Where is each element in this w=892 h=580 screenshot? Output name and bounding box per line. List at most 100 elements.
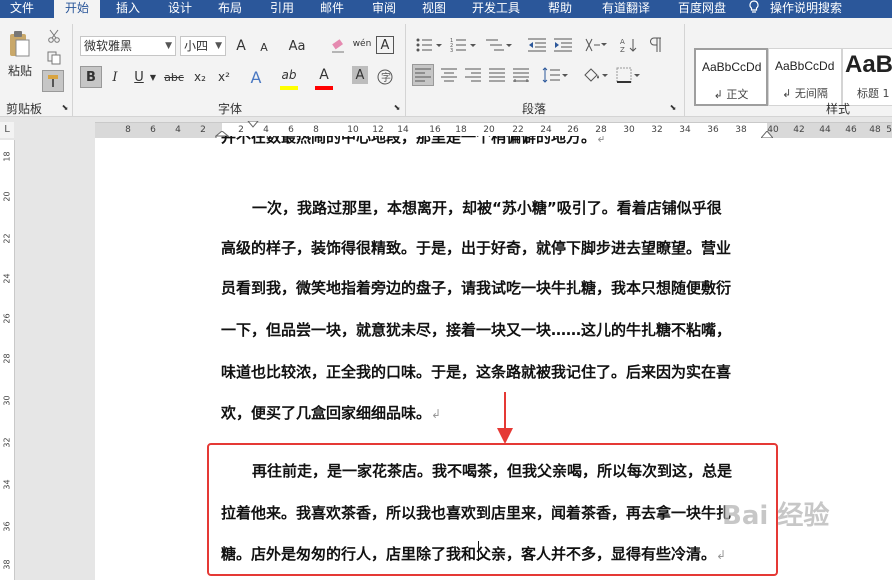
style-heading-1[interactable]: AaBb 标题 1 xyxy=(842,48,892,106)
divider xyxy=(405,24,406,116)
divider xyxy=(684,24,685,116)
text-line[interactable]: 一下，但品尝一块，就意犹未尽，接着一块又一块……这儿的牛扎糖不粘嘴， xyxy=(221,319,731,340)
tab-view[interactable]: 视图 xyxy=(414,0,454,18)
text-effects-button[interactable]: A xyxy=(246,66,266,88)
align-left-icon[interactable] xyxy=(412,64,434,86)
copy-icon[interactable] xyxy=(44,48,64,68)
increase-indent-icon[interactable] xyxy=(552,34,574,56)
style-normal[interactable]: AaBbCcDd ↲ 正文 xyxy=(694,48,768,106)
text-line[interactable]: 一次，我路过那里，本想离开，却被“苏小糖”吸引了。看着店铺似乎很 xyxy=(252,197,722,218)
tab-layout[interactable]: 布局 xyxy=(210,0,250,18)
sort-icon[interactable]: AZ xyxy=(618,34,640,56)
font-size-combo[interactable]: 小四 ▼ xyxy=(180,36,226,56)
phonetic-guide-button[interactable]: wén xyxy=(352,32,372,56)
ruler-number: 8 xyxy=(125,125,131,135)
style-no-spacing[interactable]: AaBbCcDd ↲ 无间隔 xyxy=(768,48,842,106)
text-line[interactable]: 高级的样子，装饰得很精致。于是，出于好奇，就停下脚步进去望瞭望。营业 xyxy=(221,237,731,258)
italic-button[interactable]: I xyxy=(106,66,124,88)
char-border-button[interactable]: A xyxy=(376,36,394,54)
subscript-button[interactable]: x₂ xyxy=(190,66,210,88)
clear-format-icon[interactable] xyxy=(328,36,348,56)
paragraph-mark: ↲ xyxy=(431,407,442,421)
decrease-indent-icon[interactable] xyxy=(526,34,548,56)
ruler-number: 38 xyxy=(2,559,12,570)
ruler-number: 18 xyxy=(455,125,467,135)
tab-youdao[interactable]: 有道翻译 xyxy=(592,0,660,18)
paste-icon[interactable] xyxy=(4,28,34,62)
distributed-icon[interactable] xyxy=(510,64,532,86)
cut-icon[interactable] xyxy=(44,26,64,46)
font-color-button[interactable]: A xyxy=(314,64,334,86)
tab-file[interactable]: 文件 xyxy=(0,0,44,18)
tab-help[interactable]: 帮助 xyxy=(540,0,580,18)
font-name-combo[interactable]: 微软雅黑 ▼ xyxy=(80,36,176,56)
show-marks-icon[interactable] xyxy=(644,34,666,56)
svg-text:字: 字 xyxy=(381,71,391,84)
tab-review[interactable]: 审阅 xyxy=(364,0,404,18)
tell-me-search[interactable]: 操作说明搜索 xyxy=(770,0,860,18)
chinese-layout-icon[interactable] xyxy=(582,34,610,56)
ruler-number: 22 xyxy=(512,125,524,135)
align-right-icon[interactable] xyxy=(462,64,484,86)
shrink-font-button[interactable]: A xyxy=(256,38,272,56)
borders-icon[interactable] xyxy=(614,64,644,86)
ruler-number: 30 xyxy=(2,395,12,406)
ruler-number: 18 xyxy=(2,151,12,162)
tab-baidu-netdisk[interactable]: 百度网盘 xyxy=(668,0,736,18)
strikethrough-button[interactable]: abc xyxy=(162,66,186,88)
ruler-number: 44 xyxy=(819,125,831,135)
ruler-number: 12 xyxy=(372,125,384,135)
highlight-color-swatch xyxy=(280,86,298,90)
paragraph-group-label: 段落 xyxy=(522,102,547,116)
tab-design[interactable]: 设计 xyxy=(160,0,200,18)
align-center-icon[interactable] xyxy=(438,64,460,86)
line-spacing-icon[interactable] xyxy=(540,64,570,86)
tab-home[interactable]: 开始 xyxy=(54,0,100,18)
lightbulb-icon[interactable] xyxy=(746,0,762,18)
tab-mailings[interactable]: 邮件 xyxy=(312,0,352,18)
tab-selector[interactable]: L xyxy=(0,122,14,138)
font-launcher-icon[interactable]: ⬊ xyxy=(392,102,402,112)
text-line-last[interactable]: 欢，便买了几盒回家细细品味。↲ xyxy=(221,402,441,423)
ruler-number: 32 xyxy=(2,437,12,448)
ruler-number: 38 xyxy=(735,125,747,135)
tab-references[interactable]: 引用 xyxy=(262,0,302,18)
font-color-swatch xyxy=(315,86,333,90)
superscript-button[interactable]: x² xyxy=(214,66,234,88)
multilevel-list-icon[interactable] xyxy=(484,34,514,56)
grow-font-button[interactable]: A xyxy=(232,36,250,56)
first-line-indent-marker-icon[interactable] xyxy=(247,121,259,129)
tab-developer[interactable]: 开发工具 xyxy=(466,0,526,18)
bullets-icon[interactable] xyxy=(414,34,444,56)
clipboard-launcher-icon[interactable]: ⬊ xyxy=(60,102,70,112)
clipboard-group-label: 剪贴板 xyxy=(6,102,43,116)
change-case-button[interactable]: Aa xyxy=(284,36,310,56)
svg-text:Z: Z xyxy=(620,46,625,53)
ruler-number: 26 xyxy=(567,125,579,135)
style-sample: AaBb xyxy=(845,51,892,78)
tab-insert[interactable]: 插入 xyxy=(108,0,148,18)
divider xyxy=(72,24,73,116)
char-shading-button[interactable]: A xyxy=(352,66,368,84)
ruler-number: 24 xyxy=(540,125,552,135)
bold-button[interactable]: B xyxy=(80,66,102,88)
text-line-partial[interactable]: 并不在数最热闹的中心地段，那里是一个稍偏僻的地方。↲ xyxy=(221,136,606,148)
font-group-label: 字体 xyxy=(218,102,243,116)
text-line[interactable]: 味道也比较浓，正全我的口味。于是，这条路就被我记住了。后来因为实在喜 xyxy=(221,361,731,382)
numbering-icon[interactable]: 123 xyxy=(448,34,478,56)
text-line[interactable]: 员看到我，微笑地指着旁边的盘子，请我试吃一块牛扎糖，我本只想随便敷衍 xyxy=(221,277,731,298)
annotation-highlight-box xyxy=(207,443,778,576)
paragraph-mark: ↲ xyxy=(596,136,607,145)
paste-button-label[interactable]: 粘贴 xyxy=(2,62,38,78)
underline-button[interactable]: U xyxy=(130,66,148,88)
chevron-down-icon[interactable]: ▼ xyxy=(148,70,158,84)
vertical-ruler[interactable]: 18 20 22 24 26 28 30 32 34 36 38 xyxy=(0,140,15,580)
enclose-char-icon[interactable]: 字 xyxy=(374,66,396,88)
highlight-button[interactable]: ab xyxy=(278,64,300,86)
shading-icon[interactable] xyxy=(580,64,610,86)
format-painter-icon[interactable] xyxy=(42,70,64,92)
justify-icon[interactable] xyxy=(486,64,508,86)
ruler-number: 10 xyxy=(347,125,359,135)
paragraph-launcher-icon[interactable]: ⬊ xyxy=(668,102,678,112)
style-sample: AaBbCcDd xyxy=(775,59,835,73)
